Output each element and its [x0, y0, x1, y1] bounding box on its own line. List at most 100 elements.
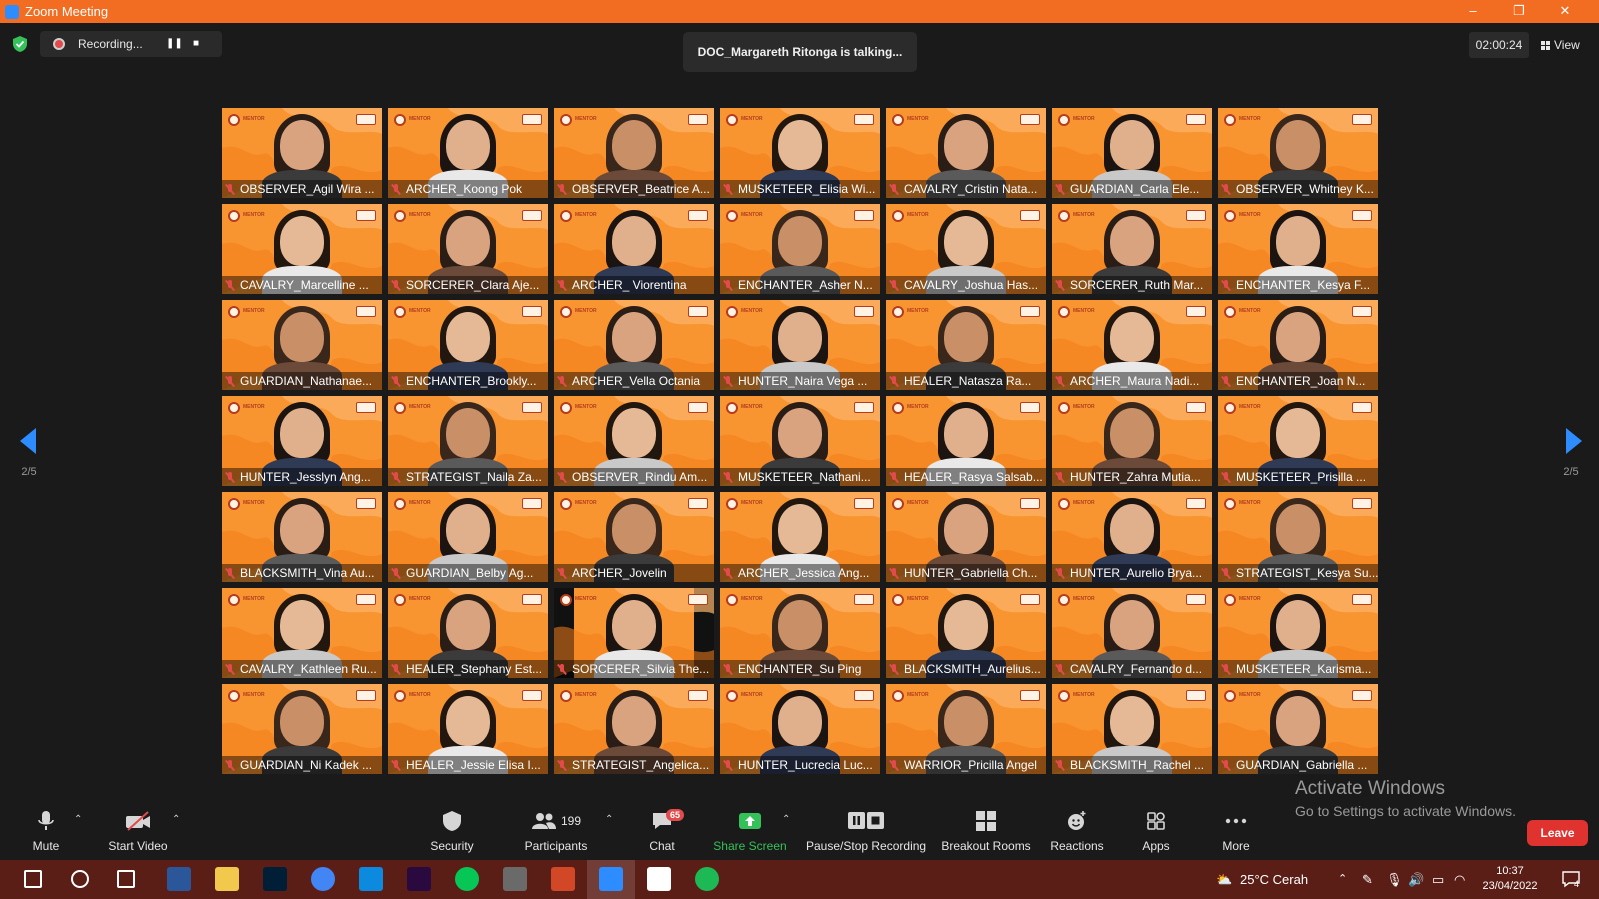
- task-view-icon[interactable]: [117, 870, 135, 888]
- battery-icon[interactable]: ▭: [1432, 860, 1444, 899]
- security-shield-icon[interactable]: [12, 35, 28, 53]
- spotify-icon[interactable]: [695, 867, 719, 891]
- participant-tile[interactable]: MENTOR CAVALRY_Kathleen Ru...: [222, 588, 382, 678]
- participant-tile[interactable]: MENTOR HUNTER_Zahra Mutia...: [1052, 396, 1212, 486]
- participant-tile[interactable]: MENTOR ARCHER_Maura Nadi...: [1052, 300, 1212, 390]
- powerpoint-icon[interactable]: [551, 867, 575, 891]
- chat-button[interactable]: 65 Chat: [642, 806, 685, 860]
- notifications-icon[interactable]: 4: [1561, 869, 1583, 889]
- participant-tile[interactable]: MENTOR HUNTER_Aurelio Brya...: [1052, 492, 1212, 582]
- participant-tile[interactable]: MENTOR WARRIOR_Pricilla Angel: [886, 684, 1046, 774]
- pen-icon[interactable]: ✎: [1362, 860, 1373, 899]
- security-button[interactable]: Security: [428, 806, 476, 860]
- apps-button[interactable]: Apps: [1138, 806, 1174, 860]
- participant-tile[interactable]: MENTOR CAVALRY_Marcelline ...: [222, 204, 382, 294]
- participant-tile[interactable]: MENTOR BLACKSMITH_Aurelius...: [886, 588, 1046, 678]
- participant-tile[interactable]: MENTOR HEALER_Jessie Elisa I...: [388, 684, 548, 774]
- share-screen-button[interactable]: Share Screen: [712, 806, 788, 860]
- participant-tile[interactable]: MENTOR ENCHANTER_Brookly...: [388, 300, 548, 390]
- minimize-button[interactable]: –: [1450, 0, 1496, 23]
- breakout-rooms-button[interactable]: Breakout Rooms: [940, 806, 1032, 860]
- file-explorer-icon[interactable]: [215, 867, 239, 891]
- start-video-button[interactable]: Start Video: [106, 806, 170, 860]
- zoom-icon[interactable]: [599, 867, 623, 891]
- participant-tile[interactable]: MENTOR GUARDIAN_Ni Kadek ...: [222, 684, 382, 774]
- participant-tile[interactable]: MENTOR HEALER_Stephany Est...: [388, 588, 548, 678]
- wifi-icon[interactable]: ◠: [1454, 860, 1465, 899]
- start-icon[interactable]: [24, 870, 42, 888]
- more-button[interactable]: More: [1216, 806, 1256, 860]
- line-icon[interactable]: [455, 867, 479, 891]
- reactions-button[interactable]: Reactions: [1050, 806, 1104, 860]
- participant-tile[interactable]: MENTOR SORCERER_Clara Aje...: [388, 204, 548, 294]
- participant-tile[interactable]: MENTOR ENCHANTER_Su Ping: [720, 588, 880, 678]
- share-options-caret-icon[interactable]: ⌃: [782, 814, 790, 825]
- participant-tile[interactable]: MENTOR ENCHANTER_Joan N...: [1218, 300, 1378, 390]
- participant-tile[interactable]: MENTOR OBSERVER_Rindu Am...: [554, 396, 714, 486]
- participant-tile[interactable]: MENTOR HUNTER_Jesslyn Ang...: [222, 396, 382, 486]
- participant-tile[interactable]: MENTOR MUSKETEER_Prisilla ...: [1218, 396, 1378, 486]
- participant-tile[interactable]: MENTOR HUNTER_Lucrecia Luc...: [720, 684, 880, 774]
- word-icon[interactable]: [167, 867, 191, 891]
- participant-tile[interactable]: MENTOR GUARDIAN_Belby Ag...: [388, 492, 548, 582]
- weather-icon[interactable]: ⛅: [1216, 860, 1232, 899]
- tray-expand-icon[interactable]: ⌃: [1338, 860, 1347, 899]
- participant-tile[interactable]: MENTOR MUSKETEER_Elisia Wi...: [720, 108, 880, 198]
- participant-tile[interactable]: MENTOR MUSKETEER_Nathani...: [720, 396, 880, 486]
- participant-tile[interactable]: MENTOR ARCHER_Jovelin: [554, 492, 714, 582]
- participant-tile[interactable]: MENTOR ENCHANTER_Kesya F...: [1218, 204, 1378, 294]
- participants-button[interactable]: 199 Participants: [524, 806, 588, 860]
- participant-tile[interactable]: MENTOR ARCHER_ Viorentina: [554, 204, 714, 294]
- participant-tile[interactable]: MENTOR STRATEGIST_Kesya Su...: [1218, 492, 1378, 582]
- participant-tile[interactable]: MENTOR OBSERVER_Agil Wira ...: [222, 108, 382, 198]
- next-page-arrow-icon[interactable]: [1566, 428, 1582, 454]
- participant-tile[interactable]: MENTOR ENCHANTER_Asher N...: [720, 204, 880, 294]
- close-button[interactable]: ✕: [1542, 0, 1588, 23]
- search-icon[interactable]: [71, 870, 89, 888]
- participant-tile[interactable]: MENTOR SORCERER_Silvia The...: [554, 588, 714, 678]
- clock-app-icon[interactable]: [503, 867, 527, 891]
- taskbar-clock[interactable]: 10:37 23/04/2022: [1475, 864, 1545, 894]
- participant-tile[interactable]: MENTOR HUNTER_Gabriella Ch...: [886, 492, 1046, 582]
- stop-recording-icon[interactable]: ■: [188, 36, 204, 52]
- view-button[interactable]: View: [1541, 32, 1593, 58]
- participant-tile[interactable]: MENTOR HEALER_Natasza Ra...: [886, 300, 1046, 390]
- leave-button[interactable]: Leave: [1527, 820, 1588, 846]
- audio-options-caret-icon[interactable]: ⌃: [74, 814, 82, 825]
- volume-icon[interactable]: 🔊: [1408, 860, 1424, 899]
- participant-tile[interactable]: MENTOR GUARDIAN_Carla Ele...: [1052, 108, 1212, 198]
- participant-tile[interactable]: MENTOR ARCHER_Vella Octania: [554, 300, 714, 390]
- participant-tile[interactable]: MENTOR SORCERER_Ruth Mar...: [1052, 204, 1212, 294]
- participant-tile[interactable]: MENTOR CAVALRY_Joshua Has...: [886, 204, 1046, 294]
- microphone-tray-icon[interactable]: 🎙: [1386, 860, 1403, 899]
- participant-tile[interactable]: MENTOR CAVALRY_Cristin Nata...: [886, 108, 1046, 198]
- participant-tile[interactable]: MENTOR HUNTER_Naira Vega ...: [720, 300, 880, 390]
- pause-recording-icon[interactable]: ❚❚: [166, 36, 183, 52]
- participant-tile[interactable]: MENTOR OBSERVER_Beatrice A...: [554, 108, 714, 198]
- participant-tile[interactable]: MENTOR OBSERVER_Whitney K...: [1218, 108, 1378, 198]
- participants-caret-icon[interactable]: ⌃: [605, 814, 613, 825]
- participant-tile[interactable]: MENTOR GUARDIAN_Nathanae...: [222, 300, 382, 390]
- mute-button[interactable]: Mute: [25, 806, 67, 860]
- participant-tile[interactable]: MENTOR STRATEGIST_Angelica...: [554, 684, 714, 774]
- participant-tile[interactable]: MENTOR BLACKSMITH_Vina Au...: [222, 492, 382, 582]
- chrome-icon[interactable]: [311, 867, 335, 891]
- participant-tile[interactable]: MENTOR HEALER_Rasya Salsab...: [886, 396, 1046, 486]
- participant-tile[interactable]: MENTOR ARCHER_Koong Pok: [388, 108, 548, 198]
- participant-tile[interactable]: MENTOR ARCHER_Jessica Ang...: [720, 492, 880, 582]
- pause-stop-recording-button[interactable]: Pause/Stop Recording: [806, 806, 926, 860]
- participant-tile[interactable]: MENTOR STRATEGIST_Naila Za...: [388, 396, 548, 486]
- restore-button[interactable]: ❐: [1496, 0, 1542, 23]
- participant-tile[interactable]: MENTOR BLACKSMITH_Rachel ...: [1052, 684, 1212, 774]
- edge-icon[interactable]: [359, 867, 383, 891]
- notion-icon[interactable]: [647, 867, 671, 891]
- participant-tile[interactable]: MENTOR GUARDIAN_Gabriella ...: [1218, 684, 1378, 774]
- weather-text[interactable]: 25°C Cerah: [1240, 860, 1308, 899]
- video-options-caret-icon[interactable]: ⌃: [172, 814, 180, 825]
- premiere-icon[interactable]: [407, 867, 431, 891]
- participant-tile[interactable]: MENTOR CAVALRY_Fernando d...: [1052, 588, 1212, 678]
- previous-page-arrow-icon[interactable]: [20, 428, 36, 454]
- share-screen-icon: [712, 806, 788, 836]
- photoshop-icon[interactable]: [263, 867, 287, 891]
- participant-tile[interactable]: MENTOR MUSKETEER_Karisma...: [1218, 588, 1378, 678]
